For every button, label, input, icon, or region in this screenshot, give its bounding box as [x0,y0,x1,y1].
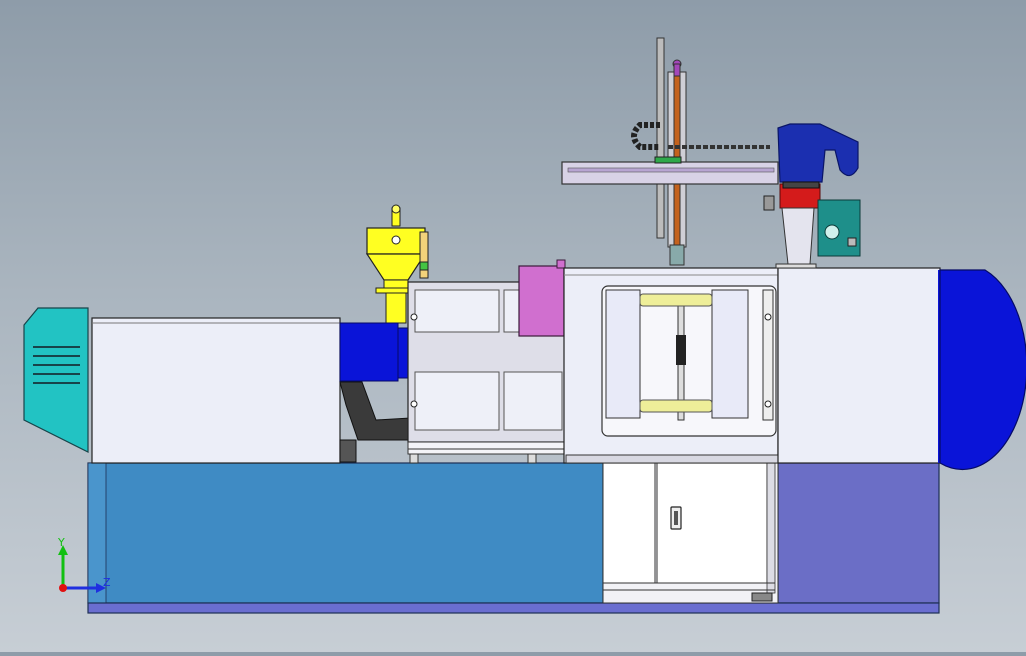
machine-base[interactable] [87,462,940,614]
gantry-robot[interactable] [561,37,861,269]
barrel-support [339,381,411,463]
motor-housing[interactable] [23,307,89,453]
cad-viewport[interactable]: Y Z [0,0,1026,652]
triad-y-label: Y [57,536,65,549]
injection-unit-cover[interactable] [91,317,341,464]
machine-drawing: Y Z [23,37,1026,614]
rear-clamp-cover[interactable] [777,267,1026,471]
safety-door[interactable] [601,285,777,437]
magenta-block[interactable] [518,265,565,337]
triad-z-label: Z [103,576,111,589]
